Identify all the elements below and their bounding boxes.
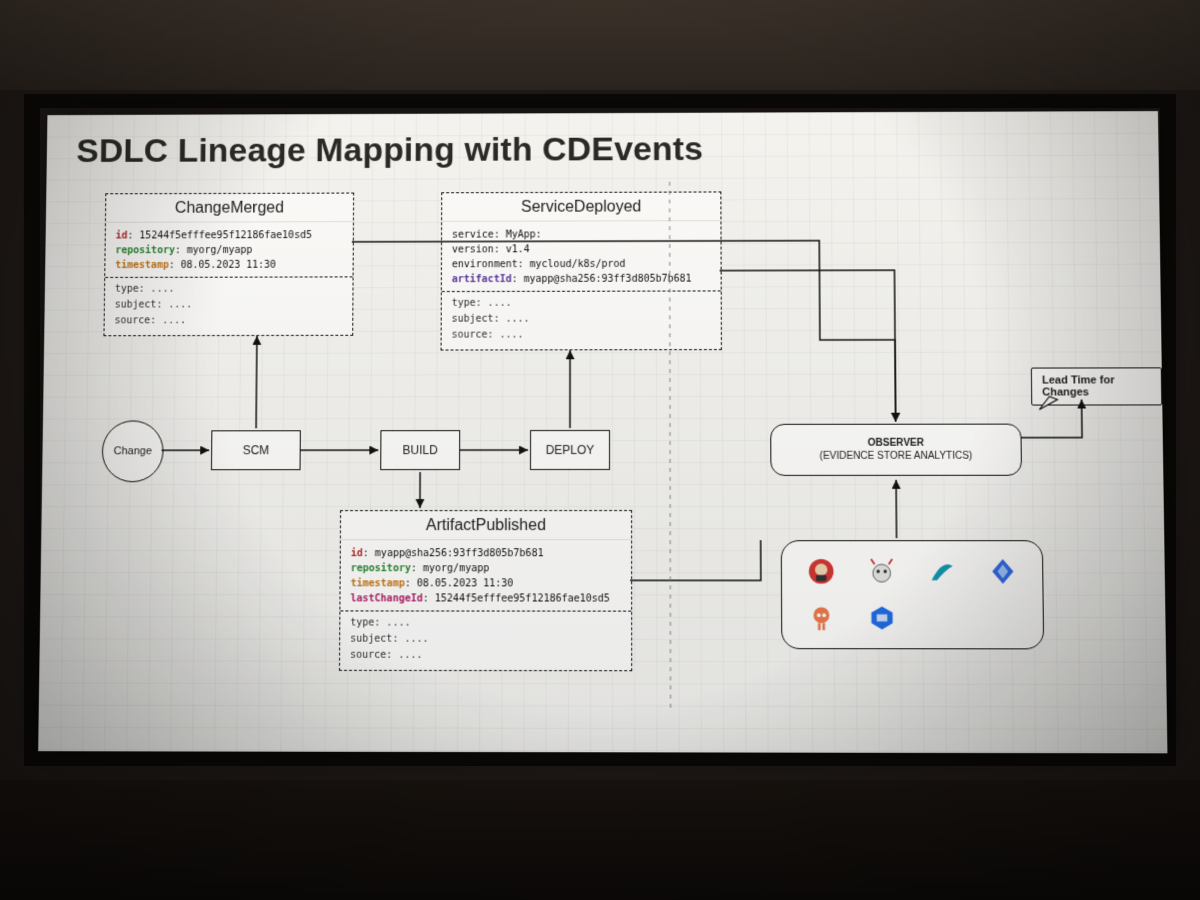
callout-leadtime: Lead Time for Changes (1031, 367, 1162, 405)
room-floor (0, 780, 1200, 900)
node-label: DEPLOY (546, 443, 595, 457)
event-meta: type: .... subject: .... source: .... (340, 610, 631, 670)
jenkins-icon (806, 556, 836, 586)
node-scm: SCM (211, 430, 301, 470)
presentation-slide: SDLC Lineage Mapping with CDEvents Chang… (38, 111, 1167, 753)
event-meta: type: .... subject: .... source: .... (104, 276, 352, 335)
flux-icon (988, 556, 1019, 586)
argo-icon (806, 603, 836, 633)
room-ceiling (0, 0, 1200, 90)
node-deploy: DEPLOY (530, 430, 610, 470)
event-title: ChangeMerged (106, 194, 353, 223)
event-title: ArtifactPublished (341, 511, 631, 540)
node-build: BUILD (380, 430, 460, 470)
slide-canvas: SDLC Lineage Mapping with CDEvents Chang… (38, 111, 1167, 753)
node-label: Change (114, 445, 152, 457)
observer-subtitle: (EVIDENCE STORE ANALYTICS) (820, 450, 973, 463)
event-fields: service: MyApp: version: v1.4 environmen… (442, 221, 721, 291)
event-service-deployed: ServiceDeployed service: MyApp: version:… (441, 191, 722, 350)
slide-title: SDLC Lineage Mapping with CDEvents (76, 130, 703, 170)
event-fields: id: myapp@sha256:93ff3d805b7b681 reposit… (340, 540, 631, 610)
tool-logos-group (781, 540, 1044, 649)
event-change-merged: ChangeMerged id: 15244f5efffee95f12186fa… (103, 193, 354, 337)
event-fields: id: 15244f5efffee95f12186fae10sd5 reposi… (105, 222, 353, 277)
observer-title: OBSERVER (868, 437, 924, 450)
node-change: Change (102, 420, 164, 482)
photo-frame: SDLC Lineage Mapping with CDEvents Chang… (0, 0, 1200, 900)
node-label: SCM (243, 443, 270, 457)
event-artifact-published: ArtifactPublished id: myapp@sha256:93ff3… (339, 510, 632, 671)
callout-text: Lead Time for Changes (1042, 374, 1115, 398)
spinnaker-icon (927, 556, 958, 586)
node-label: BUILD (403, 443, 438, 457)
harbor-icon (867, 603, 898, 633)
event-meta: type: .... subject: .... source: .... (442, 290, 721, 349)
node-observer: OBSERVER (EVIDENCE STORE ANALYTICS) (770, 424, 1022, 476)
event-title: ServiceDeployed (442, 192, 720, 221)
tekton-icon (866, 556, 896, 586)
